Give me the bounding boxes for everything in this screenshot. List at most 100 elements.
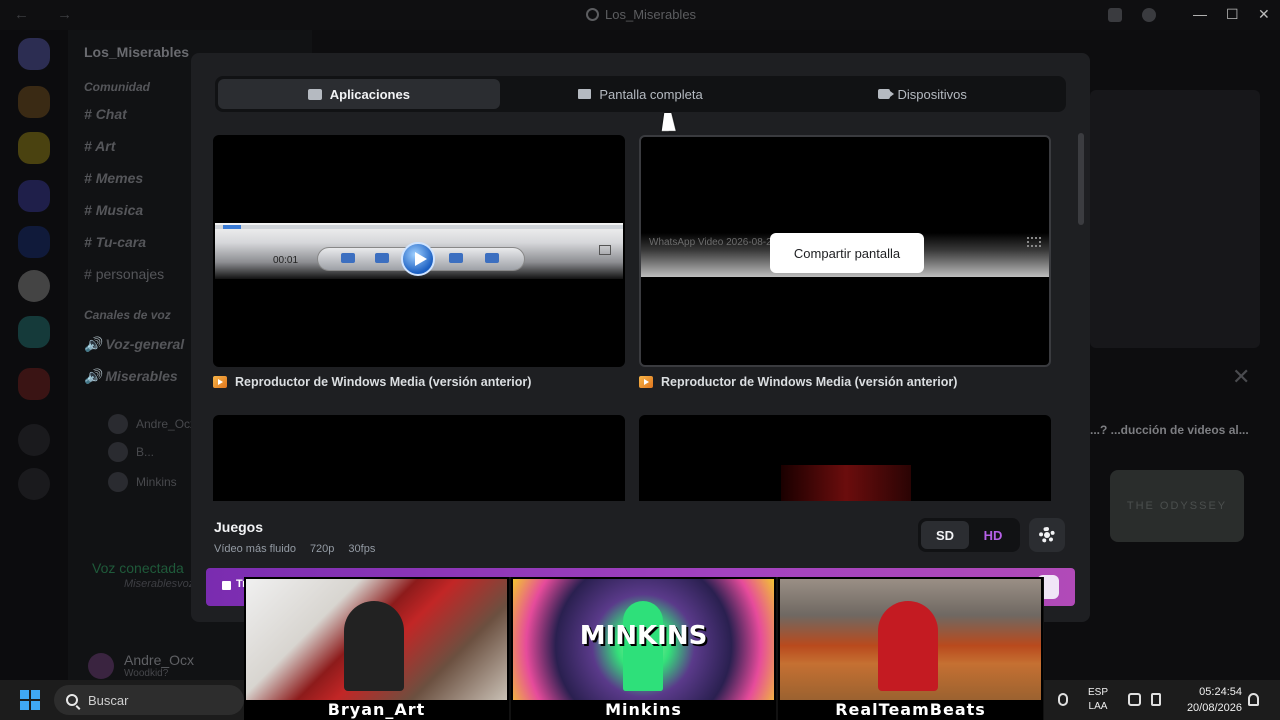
source-thumbnail[interactable] bbox=[213, 415, 625, 501]
stop-icon bbox=[341, 253, 355, 263]
sd-button[interactable]: SD bbox=[921, 521, 969, 549]
sd-hd-toggle: SD HD bbox=[918, 518, 1020, 552]
switch-view-icon bbox=[599, 245, 611, 255]
channel-tu-cara[interactable]: # Tu-cara bbox=[84, 234, 146, 250]
minimize-icon[interactable]: — bbox=[1193, 6, 1207, 22]
scrollbar[interactable] bbox=[1078, 133, 1084, 225]
source-label: Reproductor de Windows Media (versión an… bbox=[639, 375, 1051, 389]
channel-miserables[interactable]: 🔊 Miserables bbox=[84, 368, 178, 385]
server-icon[interactable] bbox=[18, 132, 50, 164]
channel-category[interactable]: Comunidad bbox=[84, 80, 150, 94]
source-tile[interactable] bbox=[639, 415, 1051, 501]
user-status: Woodkid? bbox=[124, 668, 169, 679]
quality-subtitle: Vídeo más fluido bbox=[214, 543, 296, 555]
close-window-icon[interactable]: ✕ bbox=[1258, 6, 1270, 23]
discord-home-icon[interactable] bbox=[18, 38, 50, 70]
voice-member[interactable]: Andre_Ocx bbox=[108, 414, 196, 434]
windows-start-icon[interactable] bbox=[20, 690, 40, 710]
streamer-figure bbox=[878, 601, 938, 691]
app-window-icon bbox=[307, 88, 322, 100]
server-bar bbox=[0, 30, 68, 680]
voice-member[interactable]: Minkins bbox=[108, 472, 177, 492]
gear-icon bbox=[1039, 527, 1055, 543]
network-icon[interactable] bbox=[1128, 693, 1141, 706]
promo-text: ...? ...ducción de videos al... bbox=[1090, 423, 1249, 437]
close-icon[interactable]: ✕ bbox=[1232, 364, 1250, 390]
search-icon bbox=[66, 694, 78, 706]
channel-label: Tu-cara bbox=[95, 234, 147, 250]
channel-chat[interactable]: # Chat bbox=[84, 106, 127, 122]
microphone-icon[interactable] bbox=[1058, 693, 1068, 706]
source-tile[interactable] bbox=[213, 415, 625, 501]
server-folder-icon[interactable] bbox=[18, 316, 50, 348]
server-icon-selected[interactable] bbox=[18, 270, 50, 302]
settings-button[interactable] bbox=[1029, 518, 1065, 552]
thumbnail-content bbox=[781, 465, 911, 501]
inbox-icon[interactable] bbox=[1108, 8, 1122, 22]
channel-label: Art bbox=[95, 138, 116, 154]
minkins-logo: MINKINS bbox=[579, 621, 708, 651]
tab-aplicaciones[interactable]: Aplicaciones bbox=[218, 79, 500, 109]
explore-icon[interactable] bbox=[18, 468, 50, 500]
play-icon bbox=[401, 242, 435, 276]
channel-label: Musica bbox=[95, 202, 144, 218]
monitor-icon bbox=[578, 89, 592, 99]
voice-member[interactable]: B... bbox=[108, 442, 154, 462]
server-icon[interactable] bbox=[18, 180, 50, 212]
source-tile[interactable]: 00:01 Reproductor de Windows Media (vers… bbox=[213, 135, 625, 389]
tab-pantalla-completa[interactable]: Pantalla completa bbox=[500, 79, 782, 109]
player-time: 00:01 bbox=[273, 255, 299, 266]
taskbar-clock[interactable]: 05:24:54 20/08/2026 bbox=[1180, 680, 1242, 720]
tab-label: Dispositivos bbox=[897, 86, 967, 102]
lock-icon bbox=[222, 581, 231, 590]
server-name[interactable]: Los_Miserables bbox=[84, 44, 189, 60]
taskbar-search[interactable]: Buscar bbox=[54, 685, 244, 715]
tab-dispositivos[interactable]: Dispositivos bbox=[781, 79, 1063, 109]
window-title: Los_Miserables bbox=[586, 7, 696, 22]
seek-bar bbox=[215, 225, 623, 229]
source-thumbnail[interactable]: 00:01 bbox=[213, 135, 625, 367]
avatar bbox=[108, 472, 128, 492]
source-thumbnail[interactable] bbox=[639, 415, 1051, 501]
quality-preset: Juegos bbox=[214, 519, 264, 535]
channel-memes[interactable]: # Memes bbox=[84, 170, 143, 186]
share-screen-button[interactable]: Compartir pantalla bbox=[770, 233, 924, 273]
help-icon[interactable] bbox=[1142, 8, 1156, 22]
notification-bell-icon[interactable] bbox=[1248, 693, 1259, 706]
tab-label: Aplicaciones bbox=[329, 86, 410, 102]
media-player-icon bbox=[639, 376, 653, 388]
channel-art[interactable]: # Art bbox=[84, 138, 115, 154]
tab-label: Pantalla completa bbox=[599, 86, 703, 102]
fullscreen-icon bbox=[1027, 237, 1041, 247]
voice-connected-status[interactable]: Voz conectada bbox=[92, 560, 184, 576]
source-grid: 00:01 Reproductor de Windows Media (vers… bbox=[213, 135, 1055, 501]
server-icon[interactable] bbox=[18, 86, 50, 118]
channel-musica[interactable]: # Musica bbox=[84, 202, 143, 218]
server-icon[interactable] bbox=[18, 226, 50, 258]
maximize-icon[interactable]: ☐ bbox=[1226, 6, 1239, 23]
source-tabs: Aplicaciones Pantalla completa Dispositi… bbox=[215, 76, 1066, 112]
media-player-icon bbox=[213, 376, 227, 388]
streamer-figure bbox=[344, 601, 404, 691]
hd-button[interactable]: HD bbox=[969, 521, 1017, 549]
user-panel[interactable]: Andre_Ocx Woodkid? bbox=[88, 652, 194, 679]
channel-voz-general[interactable]: 🔊 Voz-general bbox=[84, 336, 184, 353]
server-folder-icon[interactable] bbox=[18, 368, 50, 400]
channel-label: Memes bbox=[95, 170, 144, 186]
source-thumbnail[interactable]: WhatsApp Video 2026-08-2... Compartir pa… bbox=[639, 135, 1051, 367]
channel-personajes[interactable]: # personajes bbox=[84, 266, 164, 282]
promo-card[interactable]: THE ODYSSEY bbox=[1110, 470, 1244, 542]
speaker-icon[interactable] bbox=[1151, 693, 1161, 706]
source-tile[interactable]: WhatsApp Video 2026-08-2... Compartir pa… bbox=[639, 135, 1051, 389]
fps-value: 30fps bbox=[348, 543, 376, 555]
language-indicator[interactable]: ESP LAA bbox=[1088, 680, 1108, 720]
channel-label: personajes bbox=[95, 266, 165, 282]
fast-forward-icon bbox=[449, 253, 463, 263]
add-server-icon[interactable] bbox=[18, 424, 50, 456]
webcam-tile: MINKINS Minkins bbox=[511, 577, 776, 720]
back-forward-arrows-icon[interactable]: ← → bbox=[14, 6, 84, 23]
channel-category[interactable]: Canales de voz bbox=[84, 308, 171, 322]
avatar bbox=[108, 442, 128, 462]
webcam-tile: RealTeamBeats bbox=[778, 577, 1043, 720]
activity-card bbox=[1090, 90, 1260, 348]
